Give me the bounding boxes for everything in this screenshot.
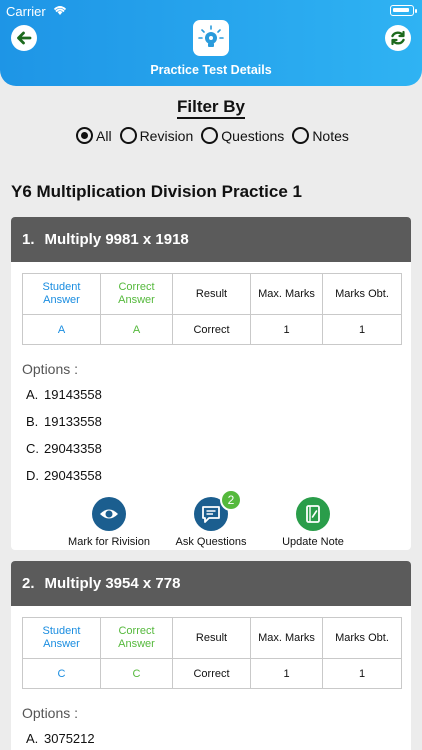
status-bar: Carrier: [0, 0, 422, 22]
mark-revision-button[interactable]: Mark for Rivision: [67, 497, 151, 548]
max-marks-value: 1: [250, 314, 323, 345]
carrier-label: Carrier: [6, 4, 46, 19]
max-marks-value: 1: [250, 658, 323, 689]
col-max-marks: Max. Marks: [250, 617, 323, 659]
col-correct-answer: Correct Answer: [100, 273, 173, 315]
lightbulb-icon: [198, 25, 224, 47]
question-header: 1. Multiply 9981 x 1918: [11, 217, 411, 262]
options-list: A. 3075212: [26, 731, 95, 750]
result-table: Student Answer Correct Answer Result Max…: [22, 617, 402, 689]
col-correct-answer: Correct Answer: [100, 617, 173, 659]
chat-icon: 2: [194, 489, 242, 531]
list-item: D. 29043558: [26, 468, 102, 483]
filter-title: Filter By: [0, 97, 422, 119]
question-text: Multiply 3954 x 778: [44, 575, 181, 592]
options-label: Options :: [22, 361, 79, 377]
result-value: Correct: [172, 658, 251, 689]
radio-unchecked-icon: [201, 127, 219, 144]
filter-label: Questions: [221, 127, 285, 144]
ask-questions-button[interactable]: 2 Ask Questions: [169, 489, 253, 548]
action-label: Mark for Rivision: [68, 536, 150, 548]
question-header: 2. Multiply 3954 x 778: [11, 561, 411, 606]
table-header-row: Student Answer Correct Answer Result Max…: [22, 617, 402, 659]
result-value: Correct: [172, 314, 251, 345]
options-list: A. 19143558 B. 19133558 C. 29043358 D. 29043…: [26, 387, 102, 495]
list-item: B. 19133558: [26, 414, 102, 429]
col-marks-obt: Marks Obt.: [322, 617, 402, 659]
options-label: Options :: [22, 705, 79, 721]
update-note-button[interactable]: Update Note: [273, 497, 353, 548]
action-label: Update Note: [282, 536, 344, 548]
col-result: Result: [172, 617, 251, 659]
radio-unchecked-icon: [292, 127, 310, 144]
app-header: Carrier Practice Test Details: [0, 0, 422, 86]
back-button[interactable]: [11, 25, 37, 51]
question-card: 1. Multiply 9981 x 1918 Student Answer C…: [11, 217, 411, 550]
refresh-icon: [391, 30, 405, 46]
page-title: Practice Test Details: [150, 63, 272, 77]
question-text: Multiply 9981 x 1918: [44, 231, 189, 248]
col-result: Result: [172, 273, 251, 315]
filter-options: All Revision Questions Notes: [76, 127, 349, 144]
correct-answer-value: A: [100, 314, 173, 345]
filter-label: Revision: [139, 127, 194, 144]
filter-label: Notes: [312, 127, 349, 144]
filter-radio-revision[interactable]: Revision: [119, 127, 194, 144]
table-row: A A Correct 1 1: [22, 314, 402, 345]
list-item: A. 3075212: [26, 731, 95, 746]
radio-unchecked-icon: [119, 127, 137, 144]
col-student-answer: Student Answer: [22, 273, 101, 315]
filter-radio-questions[interactable]: Questions: [201, 127, 284, 144]
question-number: 1.: [22, 231, 35, 248]
list-item: C. 29043358: [26, 441, 102, 456]
filter-radio-all[interactable]: All: [76, 127, 112, 144]
question-number: 2.: [22, 575, 35, 592]
student-answer-value: C: [22, 658, 101, 689]
correct-answer-value: C: [100, 658, 173, 689]
col-marks-obt: Marks Obt.: [322, 273, 402, 315]
eye-icon: [92, 497, 126, 531]
col-student-answer: Student Answer: [22, 617, 101, 659]
wifi-icon: [53, 6, 67, 15]
test-title: Y6 Multiplication Division Practice 1: [11, 182, 302, 201]
list-item: A. 19143558: [26, 387, 102, 402]
radio-checked-icon: [76, 127, 93, 144]
table-header-row: Student Answer Correct Answer Result Max…: [22, 273, 402, 315]
result-table: Student Answer Correct Answer Result Max…: [22, 273, 402, 345]
arrow-left-icon: [17, 31, 32, 45]
col-max-marks: Max. Marks: [250, 273, 323, 315]
student-answer-value: A: [22, 314, 101, 345]
question-card: 2. Multiply 3954 x 778 Student Answer Co…: [11, 561, 411, 750]
notebook-icon: [296, 497, 330, 531]
question-actions: Mark for Rivision 2 Ask Questions Update…: [11, 489, 411, 548]
action-label: Ask Questions: [175, 536, 247, 548]
battery-icon: [390, 5, 417, 16]
question-count-badge: 2: [220, 489, 242, 511]
marks-obt-value: 1: [322, 314, 402, 345]
refresh-button[interactable]: [385, 25, 411, 51]
marks-obt-value: 1: [322, 658, 402, 689]
filter-radio-notes[interactable]: Notes: [292, 127, 349, 144]
table-row: C C Correct 1 1: [22, 658, 402, 689]
filter-label: All: [96, 127, 112, 144]
app-logo: [193, 20, 229, 56]
